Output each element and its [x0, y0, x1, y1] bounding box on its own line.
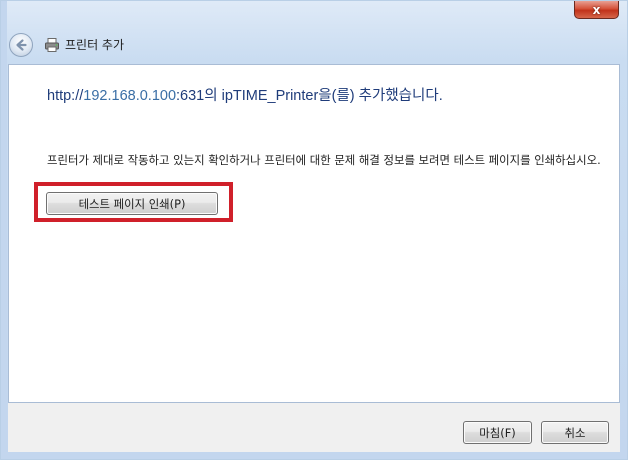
- success-heading: http://192.168.0.100:631의 ipTIME_Printer…: [47, 86, 443, 106]
- content-panel: [8, 64, 620, 403]
- back-button[interactable]: [9, 33, 33, 57]
- cancel-button[interactable]: 취소: [541, 421, 609, 444]
- window-left-edge: [1, 1, 7, 457]
- heading-prefix: http://: [47, 88, 84, 104]
- print-test-page-button[interactable]: 테스트 페이지 인쇄(P): [46, 192, 218, 215]
- heading-ip: 192.168.0.100: [83, 88, 177, 104]
- back-arrow-icon: [16, 39, 27, 51]
- description-text: 프린터가 제대로 작동하고 있는지 확인하거나 프린터에 대한 문제 해결 정보…: [47, 153, 601, 167]
- close-button[interactable]: x: [574, 1, 619, 19]
- finish-button[interactable]: 마침(F): [463, 421, 532, 444]
- heading-suffix: :631의 ipTIME_Printer을(를) 추가했습니다.: [176, 88, 443, 104]
- printer-icon: [45, 38, 59, 52]
- window-title: 프린터 추가: [65, 38, 125, 52]
- close-icon: x: [592, 2, 601, 17]
